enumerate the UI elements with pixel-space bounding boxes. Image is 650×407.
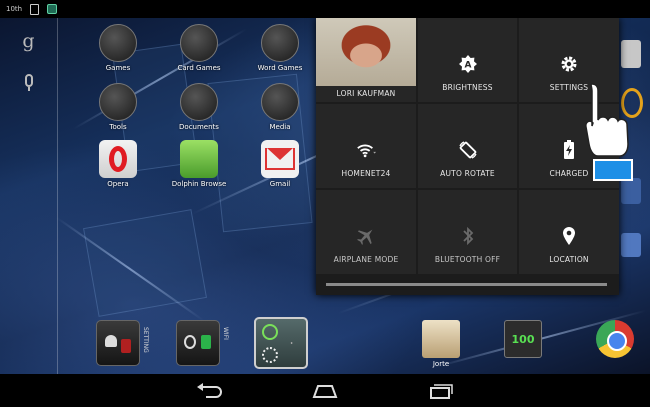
settings-toggle-icon xyxy=(262,324,278,340)
tile-airplane-mode[interactable]: AIRPLANE MODE xyxy=(316,190,416,274)
status-time: 10th xyxy=(6,5,23,13)
quick-settings-panel: LORI KAUFMAN A BRIGHTNESS SETTINGS HOMEN… xyxy=(316,18,619,295)
tile-label: AUTO ROTATE xyxy=(440,169,495,178)
gear-icon xyxy=(559,54,579,74)
app-label: Documents xyxy=(179,123,219,131)
recent-apps-icon xyxy=(430,383,453,399)
tile-label: CHARGED xyxy=(549,169,589,178)
folder-icon xyxy=(99,24,137,62)
battery-charging-icon xyxy=(559,140,579,160)
app-folder-word-games[interactable]: Word Games xyxy=(250,24,310,72)
app-label: Gmail xyxy=(269,180,291,188)
bluetooth-icon xyxy=(458,226,478,246)
widget-label: WIFI xyxy=(222,327,229,340)
wifi-toggle-widget[interactable]: WIFI xyxy=(176,320,229,366)
location-pin-icon xyxy=(559,226,579,246)
recent-apps-button[interactable] xyxy=(424,380,458,402)
app-label: Dolphin Browse xyxy=(171,180,227,188)
battery-level: 100 xyxy=(511,332,535,346)
phone-icon xyxy=(30,3,40,15)
widget-label: SETTING xyxy=(142,327,149,353)
tile-label: HOMENET24 xyxy=(341,169,391,178)
dolphin-icon xyxy=(180,140,218,178)
app-label: Games xyxy=(105,64,131,72)
antenna-icon xyxy=(184,335,196,349)
gear-icon xyxy=(262,347,278,363)
user-avatar xyxy=(316,18,416,86)
dock: SETTING WIFI ᛫ Jorte 100 xyxy=(0,316,650,374)
user-name: LORI KAUFMAN xyxy=(336,89,396,98)
home-button[interactable] xyxy=(308,380,342,402)
folder-icon xyxy=(261,24,299,62)
app-label: Media xyxy=(269,123,291,131)
app-jorte[interactable]: Jorte xyxy=(416,320,466,368)
brightness-auto-icon: A xyxy=(458,54,478,74)
app-folder-games[interactable]: Games xyxy=(88,24,148,72)
status-bar: 10th xyxy=(0,0,650,18)
microphone-icon[interactable] xyxy=(24,74,33,91)
tile-brightness[interactable]: A BRIGHTNESS xyxy=(418,18,517,102)
pointing-hand-icon xyxy=(584,82,634,187)
tile-wifi[interactable]: HOMENET24 xyxy=(316,104,416,188)
tile-label: SETTINGS xyxy=(549,83,589,92)
app-battery-widget[interactable]: 100 xyxy=(498,320,548,360)
app-label: Card Games xyxy=(177,64,221,72)
app-dolphin-browser[interactable]: Dolphin Browse xyxy=(169,140,229,188)
app-label: Word Games xyxy=(257,64,303,72)
wifi-icon xyxy=(356,140,376,160)
navigation-bar xyxy=(0,374,650,407)
airplane-icon xyxy=(356,226,376,246)
app-label: Opera xyxy=(107,180,129,188)
power-control-widget[interactable]: SETTING xyxy=(96,320,149,366)
battery-icon: 100 xyxy=(504,320,542,358)
app-opera[interactable]: Opera xyxy=(88,140,148,188)
gmail-icon xyxy=(261,140,299,178)
app-label: Jorte xyxy=(432,360,450,368)
app-label: Tools xyxy=(109,123,127,131)
app-folder-documents[interactable]: Documents xyxy=(169,83,229,131)
app-chrome[interactable] xyxy=(590,320,640,360)
power-toggle xyxy=(201,335,211,349)
bell-icon xyxy=(105,335,117,347)
auto-rotate-icon xyxy=(458,140,478,160)
tile-label: BRIGHTNESS xyxy=(442,83,493,92)
tile-bluetooth[interactable]: BLUETOOTH OFF xyxy=(418,190,517,274)
app-folder-media[interactable]: Media xyxy=(250,83,310,131)
tile-label: AIRPLANE MODE xyxy=(333,255,399,264)
folder-icon xyxy=(261,83,299,121)
folder-icon xyxy=(99,83,137,121)
shield-icon xyxy=(47,4,58,14)
chrome-icon xyxy=(596,320,634,358)
folder-icon xyxy=(180,83,218,121)
svg-text:A: A xyxy=(464,61,471,71)
back-arrow-icon xyxy=(197,382,222,398)
power-toggle xyxy=(121,339,131,353)
folder-icon xyxy=(180,24,218,62)
back-button[interactable] xyxy=(192,380,226,402)
home-icon xyxy=(312,384,338,398)
bluetooth-icon: ᛫ xyxy=(288,337,296,351)
opera-icon xyxy=(99,140,137,178)
app-folder-tools[interactable]: Tools xyxy=(88,83,148,131)
panel-handle[interactable] xyxy=(326,283,607,286)
quick-toggle-widget[interactable]: ᛫ xyxy=(254,317,308,369)
tile-location[interactable]: LOCATION xyxy=(519,190,619,274)
tile-auto-rotate[interactable]: AUTO ROTATE xyxy=(418,104,517,188)
tile-label: BLUETOOTH OFF xyxy=(434,255,501,264)
notebook-icon xyxy=(422,320,460,358)
app-folder-card-games[interactable]: Card Games xyxy=(169,24,229,72)
app-gmail[interactable]: Gmail xyxy=(250,140,310,188)
google-logo-icon[interactable]: g xyxy=(22,30,34,52)
tile-label: LOCATION xyxy=(549,255,589,264)
tile-user-profile[interactable]: LORI KAUFMAN xyxy=(316,18,416,102)
